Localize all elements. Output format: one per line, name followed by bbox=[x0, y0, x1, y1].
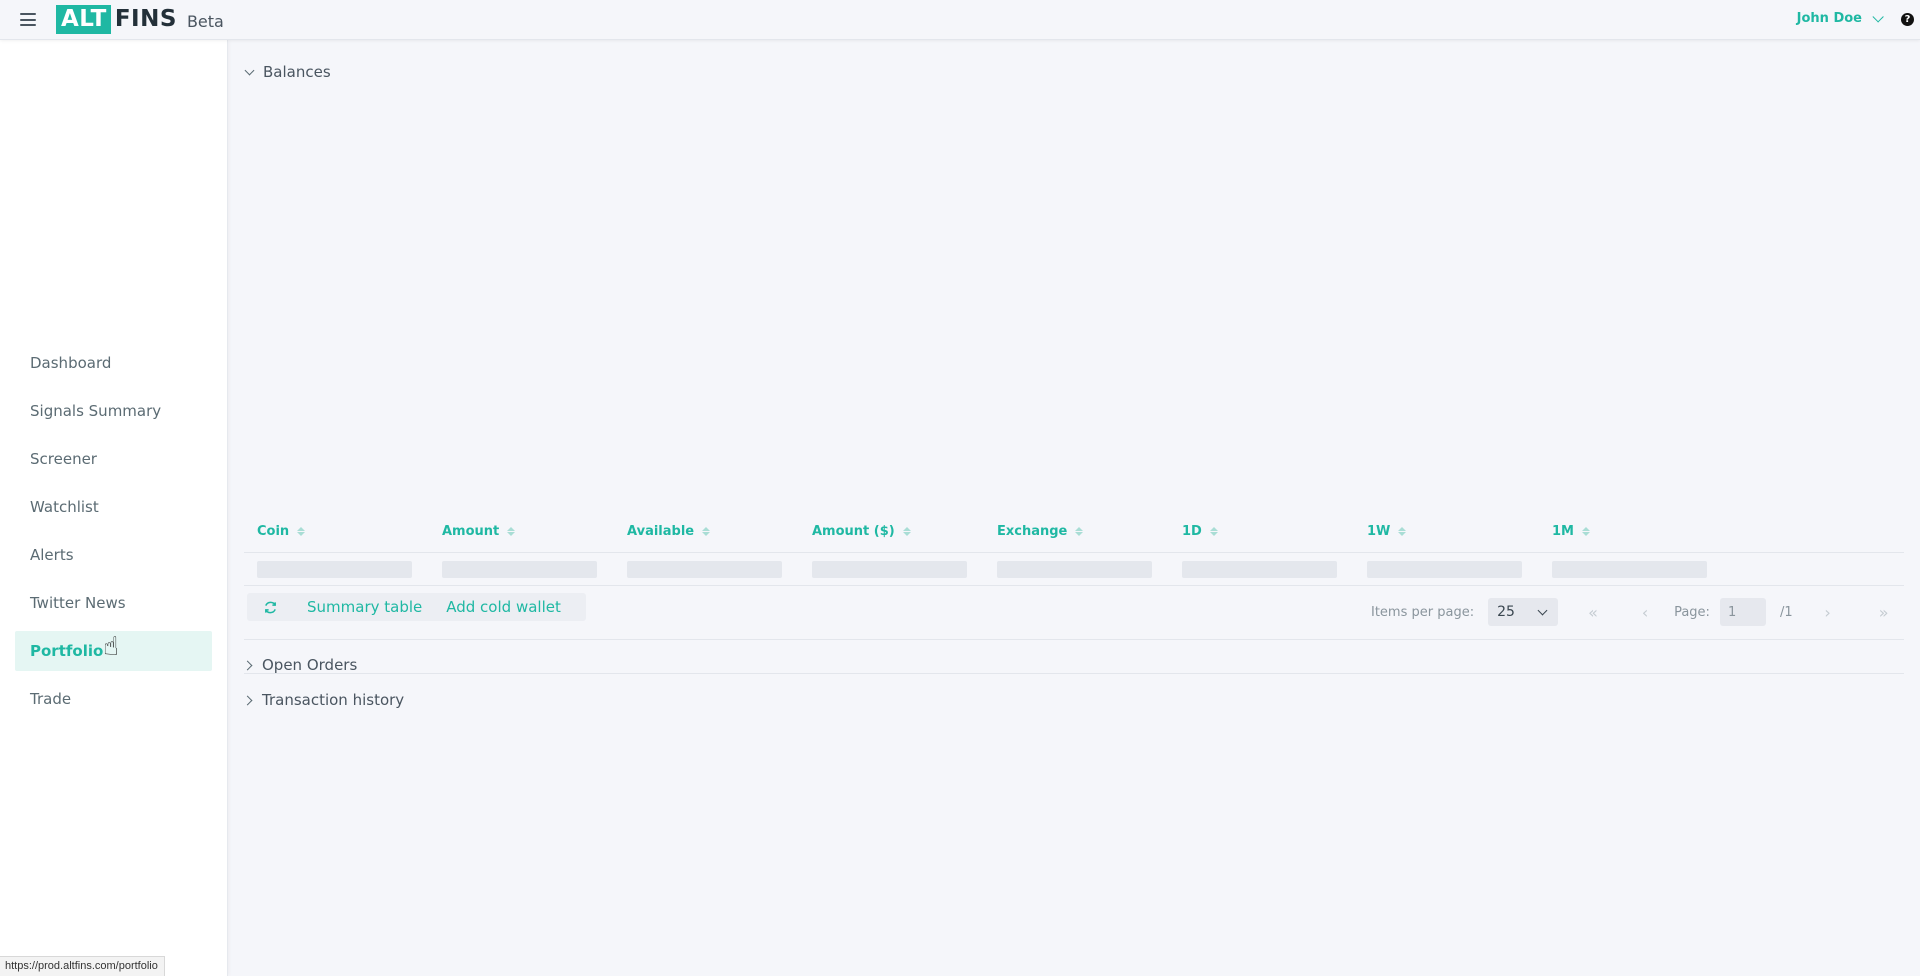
total-pages: /1 bbox=[1779, 604, 1793, 620]
user-menu[interactable]: John Doe bbox=[1796, 10, 1884, 26]
loading-placeholder bbox=[257, 560, 412, 578]
altfins-logo[interactable]: ALT FINS Beta bbox=[56, 5, 224, 34]
status-bar-url: https://prod.altfins.com/portfolio bbox=[0, 956, 165, 976]
sidebar-item-twitter-news[interactable]: Twitter News bbox=[15, 583, 212, 623]
balances-title: Balances bbox=[263, 63, 331, 81]
chevron-down-icon bbox=[1872, 10, 1884, 23]
logo-alt: ALT bbox=[56, 5, 111, 34]
refresh-icon[interactable] bbox=[263, 600, 278, 615]
pagination: Items per page: 25 « ‹ Page: /1 › » bbox=[1371, 598, 1891, 626]
column-label: Available bbox=[627, 523, 695, 539]
table-row-loading bbox=[244, 553, 1904, 586]
sort-icon bbox=[1398, 526, 1407, 536]
column-label: 1M bbox=[1552, 523, 1574, 539]
column-header-available[interactable]: Available bbox=[614, 524, 799, 539]
transaction-history-title: Transaction history bbox=[262, 691, 405, 709]
page-label: Page: bbox=[1674, 604, 1710, 620]
sidebar-item-signals-summary[interactable]: Signals Summary bbox=[15, 391, 212, 431]
hand-cursor-icon: ☝ bbox=[103, 632, 119, 662]
sidebar-item-dashboard[interactable]: Dashboard bbox=[15, 343, 212, 383]
sidebar-item-label: Signals Summary bbox=[30, 402, 162, 420]
column-header-1w[interactable]: 1W bbox=[1354, 524, 1539, 539]
divider bbox=[244, 639, 1904, 640]
sidebar-item-alerts[interactable]: Alerts bbox=[15, 535, 212, 575]
sidebar-item-label: Alerts bbox=[30, 546, 74, 564]
main-content: Balances Coin Amount Available Amount ($… bbox=[229, 40, 1920, 976]
column-label: Amount ($) bbox=[812, 523, 895, 539]
column-header-amount[interactable]: Amount bbox=[429, 524, 614, 539]
last-page-icon[interactable]: » bbox=[1877, 603, 1891, 622]
column-label: Amount bbox=[442, 523, 500, 539]
sort-icon bbox=[702, 526, 711, 536]
sort-icon bbox=[1581, 526, 1590, 536]
sidebar-item-label: Screener bbox=[30, 450, 97, 468]
loading-placeholder bbox=[1552, 560, 1707, 578]
chevron-right-icon bbox=[242, 695, 253, 705]
chevron-right-icon bbox=[242, 660, 253, 670]
menu-icon[interactable] bbox=[20, 13, 36, 26]
sidebar-item-label: Watchlist bbox=[30, 498, 99, 516]
column-label: 1D bbox=[1182, 523, 1202, 539]
open-orders-header[interactable]: Open Orders bbox=[242, 656, 358, 674]
column-label: 1W bbox=[1367, 523, 1391, 539]
sidebar-item-watchlist[interactable]: Watchlist bbox=[15, 487, 212, 527]
divider bbox=[244, 673, 1904, 674]
summary-table-button[interactable]: Summary table bbox=[307, 598, 422, 616]
loading-placeholder bbox=[1182, 560, 1337, 578]
prev-page-icon[interactable]: ‹ bbox=[1640, 603, 1650, 622]
column-header-amount-usd[interactable]: Amount ($) bbox=[799, 524, 984, 539]
items-per-page-label: Items per page: bbox=[1371, 604, 1475, 620]
sort-icon bbox=[1075, 526, 1084, 536]
help-icon[interactable]: ? bbox=[1901, 13, 1914, 26]
chevron-down-icon bbox=[1537, 605, 1548, 616]
balances-table: Coin Amount Available Amount ($) Exchang… bbox=[244, 510, 1904, 586]
sort-icon bbox=[297, 526, 306, 536]
sort-icon bbox=[902, 526, 911, 536]
column-header-exchange[interactable]: Exchange bbox=[984, 524, 1169, 539]
open-orders-title: Open Orders bbox=[262, 656, 358, 674]
sidebar-item-label: Twitter News bbox=[30, 594, 126, 612]
beta-label: Beta bbox=[186, 12, 224, 31]
column-header-1m[interactable]: 1M bbox=[1539, 524, 1724, 539]
sidebar-item-trade[interactable]: Trade bbox=[15, 679, 212, 719]
table-toolbar: Summary table Add cold wallet bbox=[247, 593, 586, 621]
column-label: Exchange bbox=[997, 523, 1068, 539]
sidebar-item-label: Dashboard bbox=[30, 354, 112, 372]
sort-icon bbox=[507, 526, 516, 536]
logo-fins: FINS bbox=[114, 6, 177, 32]
loading-placeholder bbox=[812, 560, 967, 578]
sort-icon bbox=[1209, 526, 1218, 536]
items-per-page-select[interactable]: 25 bbox=[1488, 598, 1559, 626]
balances-header[interactable]: Balances bbox=[244, 63, 331, 81]
sidebar-nav: Dashboard Signals Summary Screener Watch… bbox=[15, 343, 212, 727]
chevron-down-icon bbox=[244, 65, 255, 75]
sidebar-item-label: Portfolio bbox=[30, 642, 104, 660]
loading-placeholder bbox=[997, 560, 1152, 578]
items-per-page-value: 25 bbox=[1497, 604, 1515, 620]
sidebar: Dashboard Signals Summary Screener Watch… bbox=[0, 40, 228, 976]
add-cold-wallet-button[interactable]: Add cold wallet bbox=[446, 598, 561, 616]
sidebar-item-screener[interactable]: Screener bbox=[15, 439, 212, 479]
loading-placeholder bbox=[1367, 560, 1522, 578]
page-number-input[interactable] bbox=[1719, 598, 1766, 626]
next-page-icon[interactable]: › bbox=[1823, 603, 1833, 622]
loading-placeholder bbox=[627, 560, 782, 578]
column-header-1d[interactable]: 1D bbox=[1169, 524, 1354, 539]
sidebar-item-label: Trade bbox=[30, 690, 72, 708]
column-header-coin[interactable]: Coin bbox=[244, 524, 429, 539]
top-header: ALT FINS Beta John Doe ? bbox=[0, 0, 1920, 40]
first-page-icon[interactable]: « bbox=[1586, 603, 1600, 622]
loading-placeholder bbox=[442, 560, 597, 578]
transaction-history-header[interactable]: Transaction history bbox=[242, 691, 405, 709]
column-label: Coin bbox=[257, 523, 290, 539]
user-name: John Doe bbox=[1796, 11, 1862, 26]
table-header: Coin Amount Available Amount ($) Exchang… bbox=[244, 510, 1904, 553]
